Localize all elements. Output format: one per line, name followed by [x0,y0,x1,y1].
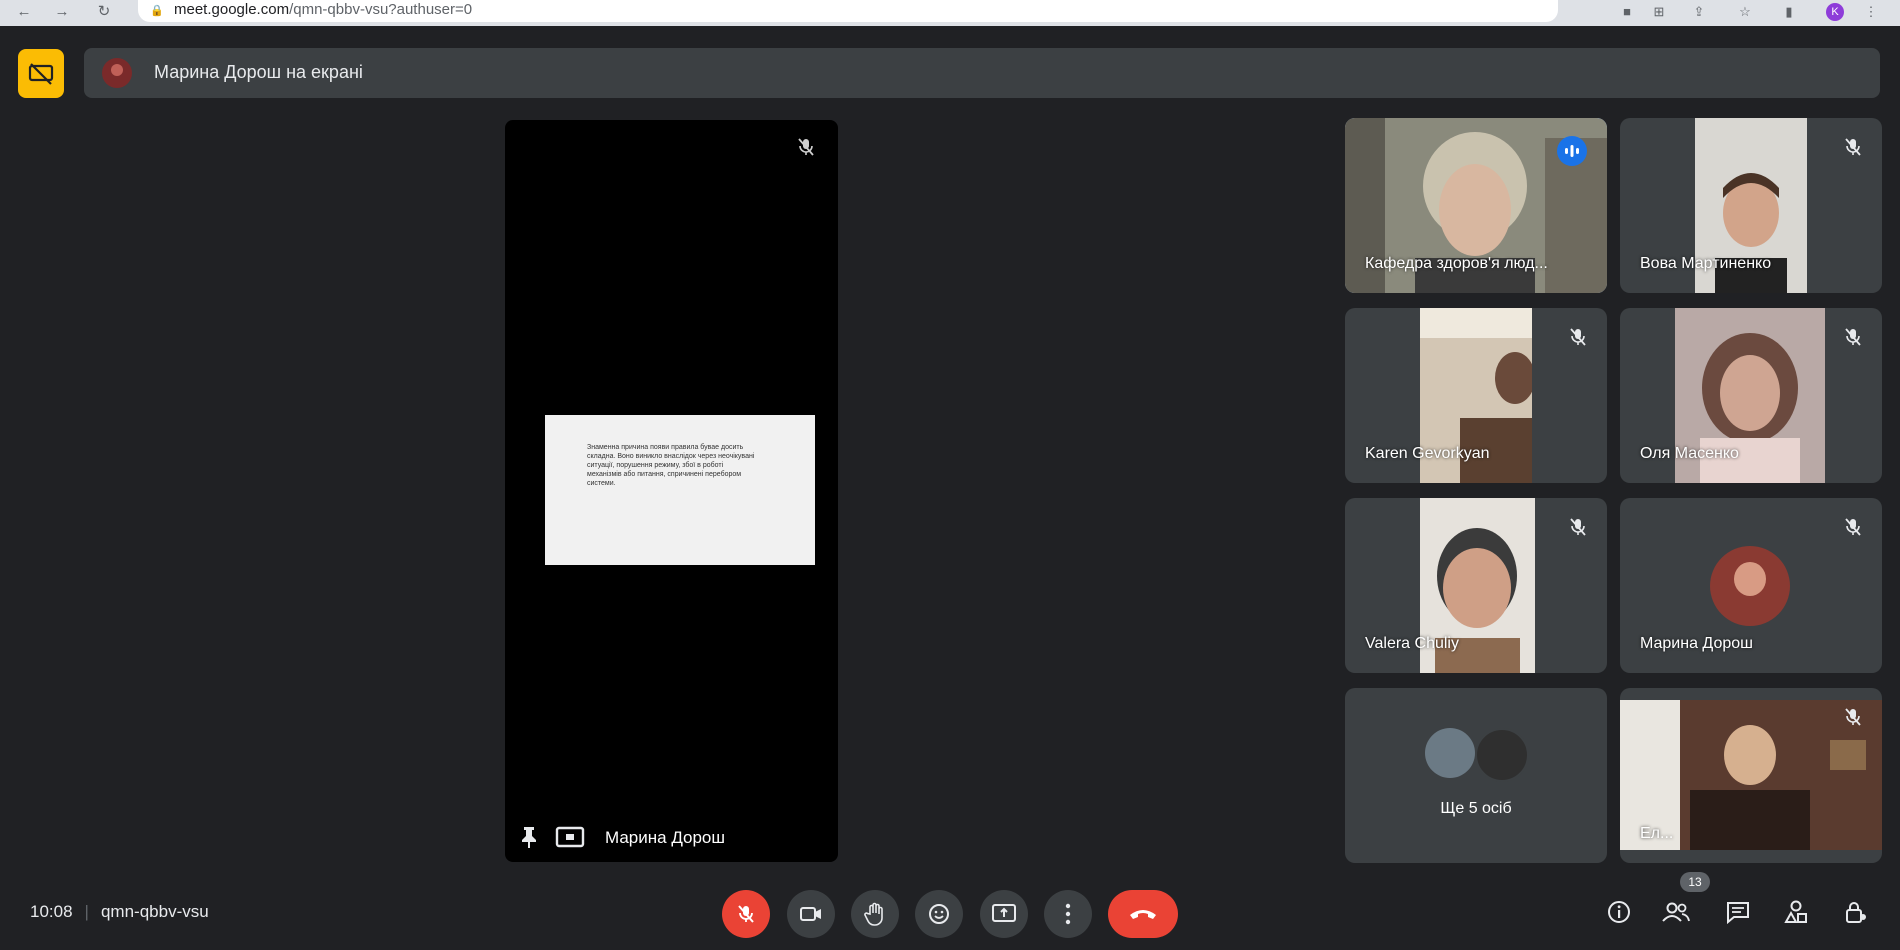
more-participants-tile[interactable]: Ще 5 осіб [1345,688,1607,863]
mic-off-icon [1570,518,1586,536]
lock-icon: 🔒 [150,5,164,17]
participant-name: Karen Gevorkyan [1365,445,1490,462]
back-icon[interactable]: ← [14,2,34,22]
people-icon [1662,902,1690,922]
host-controls-button[interactable] [1840,896,1872,928]
speaking-indicator-icon [1557,136,1587,166]
pin-icon[interactable] [519,825,539,849]
present-screen-icon [992,904,1016,922]
mic-off-icon [798,138,814,156]
side-panel-icon[interactable]: ▮ [1780,3,1798,21]
activities-button[interactable] [1780,896,1812,928]
reactions-button[interactable] [915,890,963,938]
microphone-toggle-button[interactable] [722,890,770,938]
chat-button[interactable] [1722,896,1754,928]
forward-icon[interactable]: → [52,2,72,22]
presentation-tile[interactable]: Знаменна причина появи правила бувае дос… [505,120,838,862]
participant-name: Valera Chuliy [1365,635,1459,652]
more-vert-icon [1065,903,1071,925]
participant-tile[interactable]: Марина Дорош [1620,498,1882,673]
participant-tile[interactable]: Ел... [1620,688,1882,863]
reload-icon[interactable]: ↻ [94,2,114,22]
avatar [1475,728,1529,782]
presenter-avatar [102,58,132,88]
participant-name: Вова Мартиненко [1640,255,1772,272]
camera-indicator-icon[interactable]: ■ [1618,3,1636,21]
activities-shapes-icon [1784,900,1807,923]
share-icon[interactable]: ⇪ [1690,3,1708,21]
avatar [1710,546,1790,626]
raise-hand-button[interactable] [851,890,899,938]
mic-off-icon [738,905,754,923]
raise-hand-icon [864,902,883,926]
translate-icon[interactable]: ⊞ [1650,3,1668,21]
mic-off-icon [1845,328,1861,346]
chat-icon [1727,902,1749,924]
mic-off-icon [1845,708,1861,726]
participant-name: Марина Дорош [1640,635,1753,652]
participant-count-badge: 13 [1680,872,1710,892]
screen-share-off-icon [28,62,54,85]
bookmark-star-icon[interactable]: ☆ [1736,3,1754,21]
participant-tile[interactable]: Вова Мартиненко [1620,118,1882,293]
meeting-code: qmn-qbbv-vsu [100,902,209,921]
participant-name: Оля Масенко [1640,445,1739,462]
meeting-details: 10:08 | qmn-qbbv-vsu [30,902,209,921]
participant-name: Ел... [1640,825,1674,842]
presenting-text: Марина Дорош на екрані [154,62,363,82]
presentation-screen-icon [555,826,585,848]
url-domain: meet.google.com [174,1,290,18]
mic-off-icon [1845,518,1861,536]
shared-document-text: Знаменна причина появи правила бувае дос… [587,444,755,487]
avatar [1425,728,1475,778]
more-participants-label: Ще 5 осіб [1440,800,1512,817]
browser-toolbar: ← → ↻ 🔒 meet.google.com/qmn-qbbv-vsu?aut… [0,0,1900,26]
url-path: /qmn-qbbv-vsu?authuser=0 [289,1,473,18]
participant-tile[interactable]: Кафедра здоров'я люд... [1345,118,1607,293]
profile-avatar[interactable]: K [1826,3,1844,21]
address-bar[interactable]: 🔒 meet.google.com/qmn-qbbv-vsu?authuser=… [138,0,1558,22]
meeting-details-button[interactable] [1603,896,1635,928]
video-camera-icon [800,907,821,921]
present-now-button[interactable] [980,890,1028,938]
hang-up-icon [1130,910,1156,919]
menu-dots-icon[interactable]: ⋮ [1862,3,1880,21]
leave-call-button[interactable] [1108,890,1178,938]
presenting-banner: Марина Дорош на екрані [84,48,1880,98]
emoji-icon [929,904,949,924]
presenter-name: Марина Дорош [605,828,726,847]
people-button[interactable] [1660,896,1692,928]
stop-presenting-button[interactable] [18,49,64,98]
more-options-button[interactable] [1044,890,1092,938]
participant-name: Кафедра здоров'я люд... [1365,255,1548,272]
info-icon [1608,901,1630,923]
participant-tile[interactable]: Valera Chuliy [1345,498,1607,673]
participant-tile[interactable]: Оля Масенко [1620,308,1882,483]
mic-off-icon [1570,328,1586,346]
lock-person-icon [1846,902,1866,923]
participant-tile[interactable]: Karen Gevorkyan [1345,308,1607,483]
meeting-time: 10:08 [30,902,73,921]
shared-document: Знаменна причина появи правила бувае дос… [545,415,815,565]
mic-off-icon [1845,138,1861,156]
camera-toggle-button[interactable] [787,890,835,938]
